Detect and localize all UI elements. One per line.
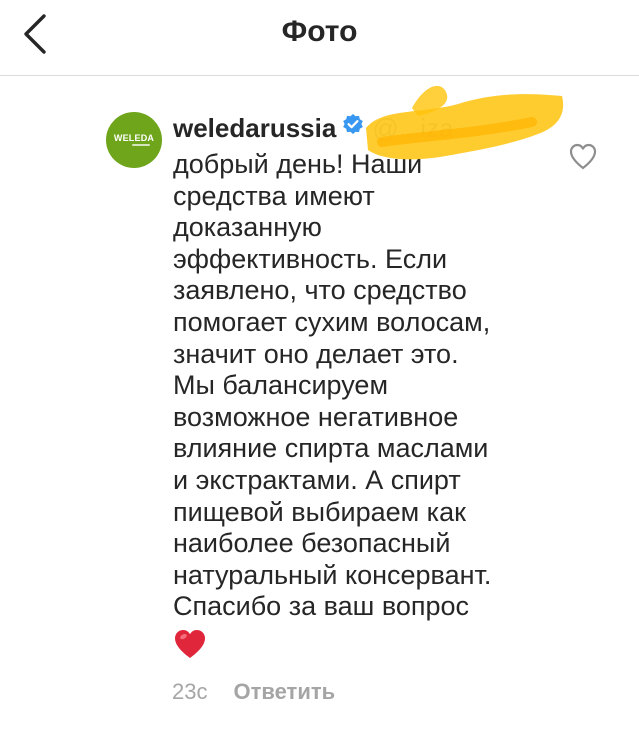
mention-link[interactable]: @...iza [372, 113, 453, 143]
comment-line: значит оно делает это. [173, 338, 459, 369]
avatar-logo-text: WELEDA [113, 133, 155, 143]
comment-line: пищевой выбираем как [173, 496, 466, 527]
avatar-logo-underline [132, 144, 150, 146]
comment-line: наиболее безопасный [173, 528, 451, 559]
comment-header: weledarussia @...iza [173, 113, 573, 149]
comment-line: натуральный консервант. [173, 559, 492, 590]
comment-line: и экстрактами. А спирт [173, 464, 461, 495]
comment-text: добрый день! Наши средства имеют доказан… [173, 149, 573, 623]
comment-meta: 23с Ответить [172, 679, 335, 709]
comment: weledarussia @...iza добрый день! Наши с… [173, 113, 573, 660]
comment-line: добрый день! Наши [173, 149, 423, 179]
comment-timestamp: 23с [172, 679, 208, 704]
comment-line: средства имеют [173, 180, 375, 211]
comment-line: помогает сухим волосам, [173, 306, 491, 337]
avatar[interactable]: WELEDA [106, 112, 162, 168]
page-title: Фото [281, 15, 358, 48]
comment-line: влияние спирта маслами [173, 433, 489, 464]
comment-line: заявлено, что средство [173, 275, 467, 306]
heart-emoji [175, 629, 205, 658]
comment-line: эффективность. Если [173, 243, 448, 274]
username-link[interactable]: weledarussia [173, 113, 336, 143]
comment-line: доказанную [173, 212, 322, 243]
comment-screen: Фото WELEDA weledarussia @...iza добрый … [0, 0, 639, 741]
navigation-bar: Фото [0, 0, 639, 76]
like-button[interactable] [565, 140, 601, 172]
comment-line: Спасибо за ваш вопрос [173, 591, 470, 622]
verified-badge-icon [342, 113, 364, 140]
heart-outline-icon [569, 143, 597, 170]
comment-line: Мы балансируем [173, 370, 389, 401]
reply-button[interactable]: Ответить [233, 679, 335, 704]
comment-line: возможное негативное [173, 401, 459, 432]
